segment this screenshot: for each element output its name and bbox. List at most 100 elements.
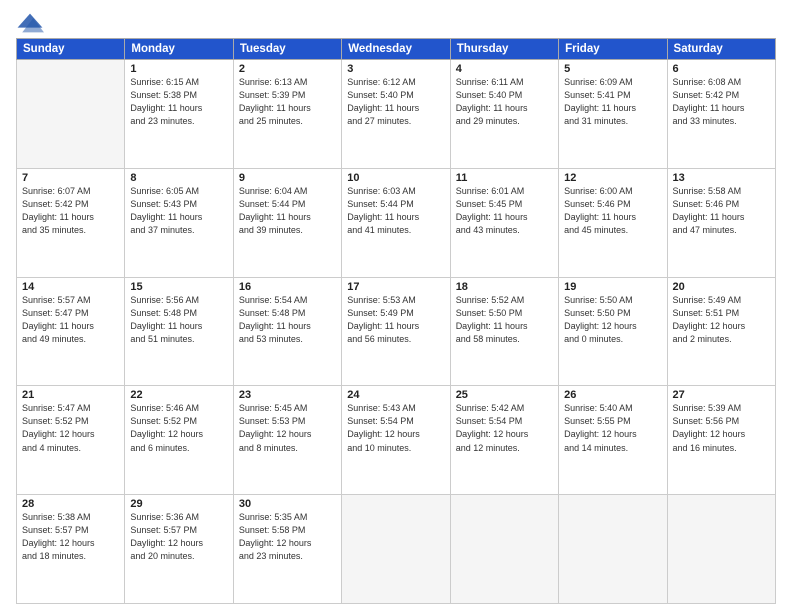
day-number: 14 (22, 281, 119, 293)
day-number: 10 (347, 172, 444, 184)
day-number: 25 (456, 389, 553, 401)
col-header-thursday: Thursday (450, 39, 558, 60)
day-info: Sunrise: 5:36 AM Sunset: 5:57 PM Dayligh… (130, 511, 227, 563)
day-number: 20 (673, 281, 770, 293)
day-number: 7 (22, 172, 119, 184)
header (16, 12, 776, 34)
day-number: 5 (564, 63, 661, 75)
day-info: Sunrise: 5:40 AM Sunset: 5:55 PM Dayligh… (564, 402, 661, 454)
day-info: Sunrise: 6:09 AM Sunset: 5:41 PM Dayligh… (564, 76, 661, 128)
day-info: Sunrise: 5:42 AM Sunset: 5:54 PM Dayligh… (456, 402, 553, 454)
day-number: 17 (347, 281, 444, 293)
day-info: Sunrise: 5:47 AM Sunset: 5:52 PM Dayligh… (22, 402, 119, 454)
calendar-cell: 15Sunrise: 5:56 AM Sunset: 5:48 PM Dayli… (125, 277, 233, 386)
calendar-cell: 28Sunrise: 5:38 AM Sunset: 5:57 PM Dayli… (17, 495, 125, 604)
col-header-tuesday: Tuesday (233, 39, 341, 60)
day-info: Sunrise: 6:15 AM Sunset: 5:38 PM Dayligh… (130, 76, 227, 128)
calendar-cell: 12Sunrise: 6:00 AM Sunset: 5:46 PM Dayli… (559, 168, 667, 277)
calendar-week-1: 7Sunrise: 6:07 AM Sunset: 5:42 PM Daylig… (17, 168, 776, 277)
calendar-cell: 7Sunrise: 6:07 AM Sunset: 5:42 PM Daylig… (17, 168, 125, 277)
day-info: Sunrise: 5:38 AM Sunset: 5:57 PM Dayligh… (22, 511, 119, 563)
day-info: Sunrise: 5:46 AM Sunset: 5:52 PM Dayligh… (130, 402, 227, 454)
calendar-cell: 17Sunrise: 5:53 AM Sunset: 5:49 PM Dayli… (342, 277, 450, 386)
day-number: 23 (239, 389, 336, 401)
calendar-cell: 30Sunrise: 5:35 AM Sunset: 5:58 PM Dayli… (233, 495, 341, 604)
calendar-cell (450, 495, 558, 604)
calendar-cell: 18Sunrise: 5:52 AM Sunset: 5:50 PM Dayli… (450, 277, 558, 386)
calendar-cell: 9Sunrise: 6:04 AM Sunset: 5:44 PM Daylig… (233, 168, 341, 277)
calendar-week-2: 14Sunrise: 5:57 AM Sunset: 5:47 PM Dayli… (17, 277, 776, 386)
day-info: Sunrise: 5:56 AM Sunset: 5:48 PM Dayligh… (130, 294, 227, 346)
page: SundayMondayTuesdayWednesdayThursdayFrid… (0, 0, 792, 612)
calendar-cell: 2Sunrise: 6:13 AM Sunset: 5:39 PM Daylig… (233, 60, 341, 169)
calendar-cell: 1Sunrise: 6:15 AM Sunset: 5:38 PM Daylig… (125, 60, 233, 169)
day-info: Sunrise: 5:50 AM Sunset: 5:50 PM Dayligh… (564, 294, 661, 346)
day-number: 18 (456, 281, 553, 293)
calendar-cell: 20Sunrise: 5:49 AM Sunset: 5:51 PM Dayli… (667, 277, 775, 386)
calendar-cell: 29Sunrise: 5:36 AM Sunset: 5:57 PM Dayli… (125, 495, 233, 604)
col-header-friday: Friday (559, 39, 667, 60)
day-number: 28 (22, 498, 119, 510)
day-info: Sunrise: 5:39 AM Sunset: 5:56 PM Dayligh… (673, 402, 770, 454)
day-info: Sunrise: 6:12 AM Sunset: 5:40 PM Dayligh… (347, 76, 444, 128)
day-info: Sunrise: 5:49 AM Sunset: 5:51 PM Dayligh… (673, 294, 770, 346)
calendar-cell: 4Sunrise: 6:11 AM Sunset: 5:40 PM Daylig… (450, 60, 558, 169)
day-info: Sunrise: 5:52 AM Sunset: 5:50 PM Dayligh… (456, 294, 553, 346)
calendar-cell (342, 495, 450, 604)
day-info: Sunrise: 6:00 AM Sunset: 5:46 PM Dayligh… (564, 185, 661, 237)
calendar-table: SundayMondayTuesdayWednesdayThursdayFrid… (16, 38, 776, 604)
day-number: 4 (456, 63, 553, 75)
calendar-week-3: 21Sunrise: 5:47 AM Sunset: 5:52 PM Dayli… (17, 386, 776, 495)
day-info: Sunrise: 5:54 AM Sunset: 5:48 PM Dayligh… (239, 294, 336, 346)
day-info: Sunrise: 6:04 AM Sunset: 5:44 PM Dayligh… (239, 185, 336, 237)
day-number: 13 (673, 172, 770, 184)
day-number: 1 (130, 63, 227, 75)
calendar-cell: 8Sunrise: 6:05 AM Sunset: 5:43 PM Daylig… (125, 168, 233, 277)
day-number: 16 (239, 281, 336, 293)
col-header-wednesday: Wednesday (342, 39, 450, 60)
day-info: Sunrise: 6:05 AM Sunset: 5:43 PM Dayligh… (130, 185, 227, 237)
calendar-cell: 16Sunrise: 5:54 AM Sunset: 5:48 PM Dayli… (233, 277, 341, 386)
calendar-cell: 25Sunrise: 5:42 AM Sunset: 5:54 PM Dayli… (450, 386, 558, 495)
calendar-cell: 3Sunrise: 6:12 AM Sunset: 5:40 PM Daylig… (342, 60, 450, 169)
day-number: 26 (564, 389, 661, 401)
calendar-cell: 19Sunrise: 5:50 AM Sunset: 5:50 PM Dayli… (559, 277, 667, 386)
logo (16, 12, 48, 34)
calendar-cell: 22Sunrise: 5:46 AM Sunset: 5:52 PM Dayli… (125, 386, 233, 495)
day-number: 11 (456, 172, 553, 184)
calendar-cell: 13Sunrise: 5:58 AM Sunset: 5:46 PM Dayli… (667, 168, 775, 277)
calendar-cell: 26Sunrise: 5:40 AM Sunset: 5:55 PM Dayli… (559, 386, 667, 495)
day-info: Sunrise: 6:13 AM Sunset: 5:39 PM Dayligh… (239, 76, 336, 128)
day-info: Sunrise: 6:03 AM Sunset: 5:44 PM Dayligh… (347, 185, 444, 237)
day-info: Sunrise: 5:45 AM Sunset: 5:53 PM Dayligh… (239, 402, 336, 454)
day-number: 21 (22, 389, 119, 401)
calendar-cell: 27Sunrise: 5:39 AM Sunset: 5:56 PM Dayli… (667, 386, 775, 495)
day-number: 9 (239, 172, 336, 184)
day-info: Sunrise: 6:11 AM Sunset: 5:40 PM Dayligh… (456, 76, 553, 128)
calendar-week-4: 28Sunrise: 5:38 AM Sunset: 5:57 PM Dayli… (17, 495, 776, 604)
day-info: Sunrise: 5:35 AM Sunset: 5:58 PM Dayligh… (239, 511, 336, 563)
calendar-cell (17, 60, 125, 169)
day-info: Sunrise: 6:07 AM Sunset: 5:42 PM Dayligh… (22, 185, 119, 237)
day-number: 29 (130, 498, 227, 510)
day-info: Sunrise: 5:58 AM Sunset: 5:46 PM Dayligh… (673, 185, 770, 237)
col-header-monday: Monday (125, 39, 233, 60)
calendar-cell: 11Sunrise: 6:01 AM Sunset: 5:45 PM Dayli… (450, 168, 558, 277)
day-number: 6 (673, 63, 770, 75)
day-number: 27 (673, 389, 770, 401)
day-info: Sunrise: 5:53 AM Sunset: 5:49 PM Dayligh… (347, 294, 444, 346)
day-info: Sunrise: 5:57 AM Sunset: 5:47 PM Dayligh… (22, 294, 119, 346)
calendar-cell: 6Sunrise: 6:08 AM Sunset: 5:42 PM Daylig… (667, 60, 775, 169)
day-number: 3 (347, 63, 444, 75)
calendar-week-0: 1Sunrise: 6:15 AM Sunset: 5:38 PM Daylig… (17, 60, 776, 169)
calendar-cell: 5Sunrise: 6:09 AM Sunset: 5:41 PM Daylig… (559, 60, 667, 169)
day-number: 2 (239, 63, 336, 75)
day-info: Sunrise: 6:08 AM Sunset: 5:42 PM Dayligh… (673, 76, 770, 128)
calendar-cell: 14Sunrise: 5:57 AM Sunset: 5:47 PM Dayli… (17, 277, 125, 386)
day-number: 24 (347, 389, 444, 401)
calendar-cell (559, 495, 667, 604)
day-info: Sunrise: 5:43 AM Sunset: 5:54 PM Dayligh… (347, 402, 444, 454)
day-number: 22 (130, 389, 227, 401)
calendar-cell: 24Sunrise: 5:43 AM Sunset: 5:54 PM Dayli… (342, 386, 450, 495)
calendar-cell (667, 495, 775, 604)
